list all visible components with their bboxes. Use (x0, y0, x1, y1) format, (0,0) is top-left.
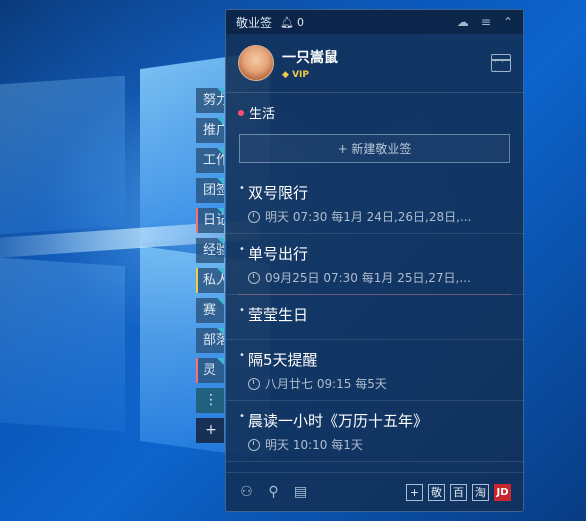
sticky-note-panel: 敬业签 🔔︎ 0 ☁ ≡ ⌃ 一只嵩鼠 ◆ VIP 生活 + 新建敬业签 • 双… (225, 9, 524, 512)
quick-links: + 敬 百 淘 JD (406, 483, 511, 501)
notification-count: 0 (296, 15, 304, 29)
side-tab-4[interactable]: 日记 (196, 208, 224, 233)
side-tab-2[interactable]: 工作 (196, 148, 224, 173)
note-reminder: 明天 07:30 每1月 24日,26日,28日,... (238, 208, 511, 225)
baidu-link[interactable]: 百 (450, 483, 467, 501)
note-item[interactable]: • 双号限行 明天 07:30 每1月 24日,26日,28日,... (226, 173, 523, 234)
taobao-link[interactable]: 淘 (472, 483, 489, 501)
side-tab-3[interactable]: 团签 (196, 178, 224, 203)
note-title: 晨读一小时《万历十五年》 (248, 412, 429, 430)
note-list-icon[interactable]: ▤ (292, 484, 309, 501)
side-tab-label: 经验 (203, 243, 224, 258)
side-tab-label: 日记 (203, 213, 224, 228)
note-item[interactable]: • 晨读一小时《万历十五年》 明天 10:10 每1天 (226, 401, 523, 462)
jingye-link[interactable]: 敬 (428, 483, 445, 501)
side-tab-label: 团签 (203, 183, 224, 198)
reminder-text: 明天 07:30 每1月 24日,26日,28日,... (265, 210, 472, 224)
tab-marker-icon (217, 358, 224, 365)
side-tab-1[interactable]: 推广 (196, 118, 224, 143)
add-button[interactable]: + (406, 483, 423, 501)
side-tab-0[interactable]: 努力 (196, 88, 224, 113)
note-reminder: 八月廿七 09:15 每5天 (238, 375, 511, 392)
note-item[interactable]: • 隔5天提醒 八月廿七 09:15 每5天 (226, 340, 523, 401)
tab-marker-icon (217, 238, 224, 245)
side-tab-label: 私人 (203, 273, 224, 288)
vip-badge[interactable]: ◆ VIP (282, 70, 338, 80)
tab-marker-icon (217, 298, 224, 305)
side-tab-6[interactable]: 私人 (196, 268, 224, 293)
clock-icon (248, 377, 260, 390)
reminder-text: 八月廿七 09:15 每5天 (265, 377, 387, 391)
jd-link[interactable]: JD (494, 483, 511, 501)
side-tabs: 努力 推广 工作 团签 日记 经验 私人 赛 部落 灵 ⋮ + (196, 88, 226, 448)
note-reminder: 明天 10:10 每1天 (238, 436, 511, 453)
clock-icon (248, 271, 260, 284)
side-tab-5[interactable]: 经验 (196, 238, 224, 263)
tab-marker-icon (217, 118, 224, 125)
note-title: 莹莹生日 (248, 306, 309, 324)
bullet-icon: • (239, 411, 245, 422)
side-tab-7[interactable]: 赛 (196, 298, 224, 323)
desktop-logo-pane (0, 75, 125, 235)
tab-marker-icon (217, 148, 224, 155)
bottom-toolbar: ⚇ ⚲ ▤ + 敬 百 淘 JD (226, 472, 523, 511)
username: 一只嵩鼠 (282, 49, 338, 66)
user-profile: 一只嵩鼠 ◆ VIP (226, 34, 523, 93)
tab-marker-icon (217, 208, 224, 215)
vip-label: VIP (292, 69, 309, 80)
bell-icon[interactable]: 🔔︎ (280, 16, 294, 29)
note-title: 单号出行 (248, 245, 309, 263)
category-dot-icon (238, 109, 244, 116)
tab-marker-icon (217, 178, 224, 185)
title-bar[interactable]: 敬业签 🔔︎ 0 ☁ ≡ ⌃ (226, 10, 523, 34)
side-tab-label: 工作 (203, 153, 224, 168)
side-tab-label: 灵 (203, 363, 217, 378)
more-tabs-button[interactable]: ⋮ (196, 388, 224, 413)
new-note-button[interactable]: + 新建敬业签 (239, 134, 510, 163)
bullet-icon: • (239, 305, 245, 316)
more-icon: ⋮ (204, 392, 218, 408)
category-name: 生活 (249, 107, 276, 122)
plus-icon: + (205, 422, 217, 438)
search-icon[interactable]: ⚲ (265, 484, 282, 501)
desktop-logo-pane (0, 257, 125, 432)
note-item[interactable]: • 单号出行 09月25日 07:30 每1月 25日,27日,... (226, 234, 523, 295)
note-title: 双号限行 (248, 184, 309, 202)
tab-marker-icon (217, 328, 224, 335)
avatar[interactable] (238, 45, 274, 81)
side-tab-label: 部落 (203, 333, 224, 348)
bullet-icon: • (239, 183, 245, 194)
side-tab-label: 赛 (203, 303, 217, 318)
note-title: 隔5天提醒 (248, 351, 318, 369)
bullet-icon: • (239, 244, 245, 255)
collapse-icon[interactable]: ⌃ (503, 15, 513, 29)
user-info: 一只嵩鼠 ◆ VIP (282, 47, 338, 80)
title-tools: ☁ ≡ ⌃ (457, 15, 513, 29)
app-title: 敬业签 (236, 15, 273, 30)
side-tab-label: 努力 (203, 93, 224, 108)
user-group-icon[interactable]: ⚇ (238, 484, 255, 501)
side-tab-8[interactable]: 部落 (196, 328, 224, 353)
add-category-button[interactable]: + (196, 418, 224, 443)
reminder-text: 明天 10:10 每1天 (265, 438, 363, 452)
reminder-text: 09月25日 07:30 每1月 25日,27日,... (265, 271, 471, 285)
note-item[interactable]: • 莹莹生日 (226, 295, 523, 340)
note-reminder: 09月25日 07:30 每1月 25日,27日,... (238, 269, 511, 286)
calendar-icon[interactable] (491, 54, 511, 76)
category-header: 生活 (226, 93, 523, 128)
side-tab-label: 推广 (203, 123, 224, 138)
cloud-sync-icon[interactable]: ☁ (457, 15, 469, 29)
tab-marker-icon (217, 268, 224, 275)
tab-marker-icon (217, 88, 224, 95)
menu-icon[interactable]: ≡ (481, 15, 491, 29)
clock-icon (248, 438, 260, 451)
bullet-icon: • (239, 350, 245, 361)
diamond-icon: ◆ (282, 69, 289, 80)
clock-icon (248, 210, 260, 223)
side-tab-9[interactable]: 灵 (196, 358, 224, 383)
